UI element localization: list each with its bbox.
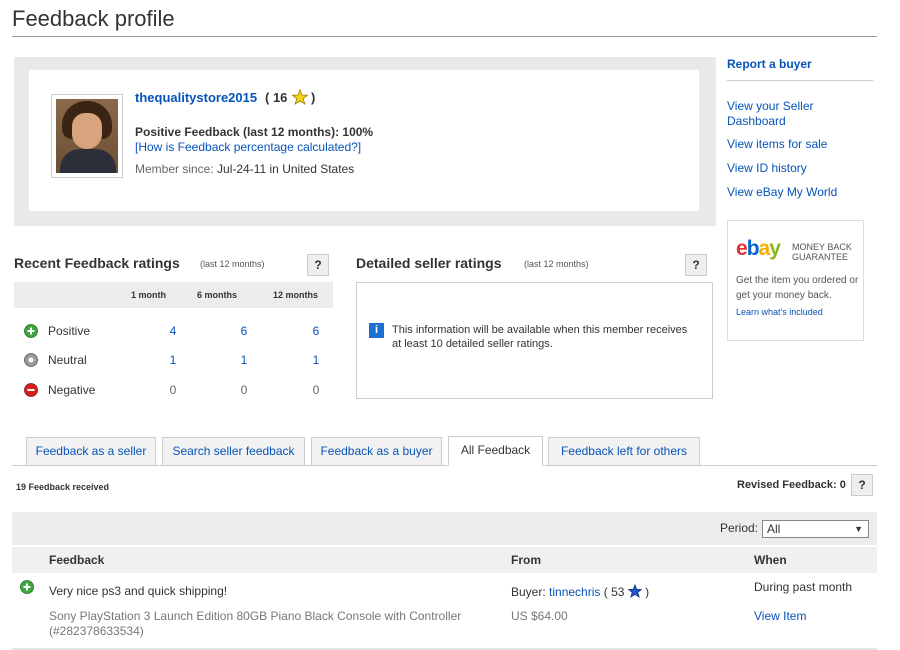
positive-label: Positive: [48, 324, 91, 338]
tab-all-feedback[interactable]: All Feedback: [448, 436, 543, 466]
dropdown-caret-icon: ▼: [854, 524, 863, 534]
report-buyer-link[interactable]: Report a buyer: [727, 57, 812, 71]
tab-feedback-left-for-others[interactable]: Feedback left for others: [548, 437, 700, 466]
positive-plus-icon: [20, 580, 34, 594]
blue-star-icon[interactable]: [627, 583, 643, 598]
items-for-sale-link[interactable]: View items for sale: [727, 137, 827, 152]
recent-ratings-title: Recent Feedback ratings: [14, 255, 180, 271]
how-calculated-link[interactable]: [How is Feedback percentage calculated?]: [135, 140, 361, 154]
tab-search-seller-feedback[interactable]: Search seller feedback: [162, 437, 305, 466]
header-feedback: Feedback: [49, 553, 105, 567]
detailed-ratings-box: i This information will be available whe…: [356, 282, 713, 399]
period-select[interactable]: All ▼: [762, 520, 869, 538]
negative-minus-icon: [24, 383, 38, 397]
feedback-from: Buyer: tinnechris ( 53 ): [511, 583, 650, 599]
col-6-months: 6 months: [197, 290, 238, 300]
from-prefix: Buyer:: [511, 585, 546, 599]
neutral-label: Neutral: [48, 353, 87, 367]
view-item-link[interactable]: View Item: [754, 609, 806, 623]
tab-feedback-as-buyer[interactable]: Feedback as a buyer: [311, 437, 442, 466]
page-title: Feedback profile: [12, 6, 175, 31]
my-world-link[interactable]: View eBay My World: [727, 185, 837, 200]
username-link[interactable]: thequalitystore2015: [135, 90, 257, 105]
period-label: Period:: [720, 521, 759, 535]
member-since-label: Member since:: [135, 162, 214, 176]
neutral-dot-icon: [24, 353, 38, 367]
tab-feedback-as-seller[interactable]: Feedback as a seller: [26, 437, 156, 466]
negative-1-month: 0: [169, 383, 177, 397]
title-divider: [12, 36, 877, 37]
positive-plus-icon: [24, 324, 38, 338]
yellow-star-icon[interactable]: [292, 89, 308, 105]
header-when: When: [754, 553, 787, 567]
revised-feedback-count: Revised Feedback: 0: [737, 479, 846, 491]
money-back-guarantee-box: ebay MONEY BACK GUARANTEE Get the item y…: [727, 220, 864, 341]
negative-6-months: 0: [240, 383, 248, 397]
feedback-score-close: ): [311, 90, 316, 105]
revised-feedback-help-button[interactable]: ?: [851, 474, 873, 496]
ebay-logo: ebay: [736, 237, 781, 260]
buyer-username-link[interactable]: tinnechris: [549, 585, 600, 599]
neutral-1-month[interactable]: 1: [158, 353, 188, 367]
member-since: Member since: Jul-24-11 in United States: [135, 162, 354, 176]
feedback-received-count: 19 Feedback received: [16, 482, 110, 492]
negative-12-months: 0: [312, 383, 320, 397]
avatar[interactable]: [51, 94, 123, 178]
feedback-comment: Very nice ps3 and quick shipping!: [49, 584, 228, 598]
guarantee-badge: MONEY BACK GUARANTEE: [792, 242, 852, 262]
feedback-item-title: Sony PlayStation 3 Launch Edition 80GB P…: [49, 609, 462, 638]
positive-feedback-percent: Positive Feedback (last 12 months): 100%: [135, 125, 374, 139]
header-from: From: [511, 553, 541, 567]
detailed-ratings-message: This information will be available when …: [392, 324, 688, 350]
detailed-ratings-subtitle: (last 12 months): [524, 259, 589, 269]
neutral-12-months[interactable]: 1: [301, 353, 331, 367]
guarantee-text: Get the item you ordered or get your mon…: [736, 275, 859, 301]
col-12-months: 12 months: [273, 290, 319, 300]
positive-1-month[interactable]: 4: [158, 324, 188, 338]
buyer-score: ( 53: [603, 585, 625, 599]
buyer-score-close: ): [645, 585, 650, 599]
detailed-ratings-help-button[interactable]: ?: [685, 254, 707, 276]
member-since-value: Jul-24-11 in United States: [217, 162, 355, 176]
feedback-score: ( 16: [265, 90, 288, 105]
profile-photo: [56, 99, 118, 173]
recent-ratings-help-button[interactable]: ?: [307, 254, 329, 276]
id-history-link[interactable]: View ID history: [727, 161, 807, 176]
positive-6-months[interactable]: 6: [229, 324, 259, 338]
detailed-ratings-title: Detailed seller ratings: [356, 255, 502, 271]
learn-more-link[interactable]: Learn what's included: [736, 307, 823, 317]
item-price: US $64.00: [511, 609, 568, 623]
info-icon: i: [369, 323, 384, 338]
seller-dashboard-link[interactable]: View your Seller Dashboard: [727, 99, 847, 129]
feedback-table-header: [12, 547, 877, 573]
period-selected-value: All: [767, 522, 781, 536]
positive-12-months[interactable]: 6: [301, 324, 331, 338]
recent-ratings-subtitle: (last 12 months): [200, 259, 265, 269]
feedback-when: During past month: [754, 580, 853, 594]
profile-card: [29, 70, 699, 211]
negative-label: Negative: [48, 383, 96, 397]
col-1-month: 1 month: [131, 290, 166, 300]
sidebar-divider: [727, 80, 873, 81]
neutral-6-months[interactable]: 1: [229, 353, 259, 367]
